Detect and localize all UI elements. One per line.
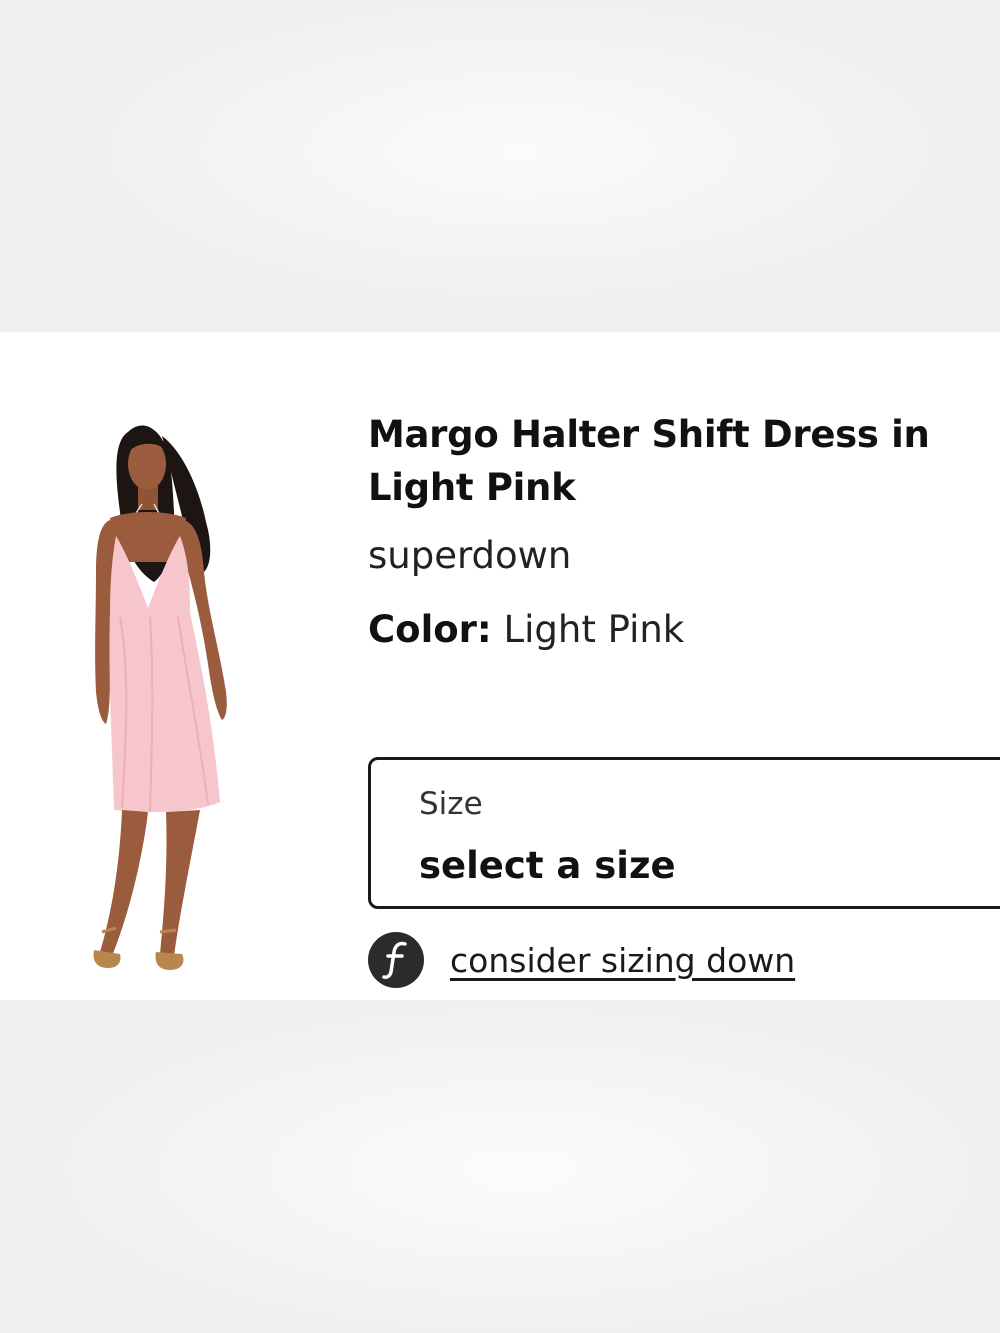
color-label: Color:: [368, 608, 492, 651]
blurred-background-top: [0, 0, 1000, 332]
product-color: Color: Light Pink: [368, 606, 1000, 654]
size-select-value: select a size: [419, 844, 676, 887]
product-card: Margo Halter Shift Dress in Light Pink s…: [0, 332, 1000, 1000]
product-details: Margo Halter Shift Dress in Light Pink s…: [368, 408, 1000, 654]
product-title: Margo Halter Shift Dress in Light Pink: [368, 413, 930, 509]
product-image[interactable]: [50, 412, 250, 972]
fit-f-icon: [368, 932, 424, 988]
blurred-background-bottom: [0, 1000, 1000, 1333]
fit-advice: consider sizing down: [368, 932, 795, 988]
size-select-label: Size: [419, 786, 483, 822]
color-value: Light Pink: [503, 608, 685, 651]
screenshot: Margo Halter Shift Dress in Light Pink s…: [0, 0, 1000, 1333]
product-brand[interactable]: superdown: [368, 532, 1000, 580]
consider-sizing-down-link[interactable]: consider sizing down: [450, 941, 795, 980]
size-select[interactable]: Size select a size: [368, 757, 1000, 909]
